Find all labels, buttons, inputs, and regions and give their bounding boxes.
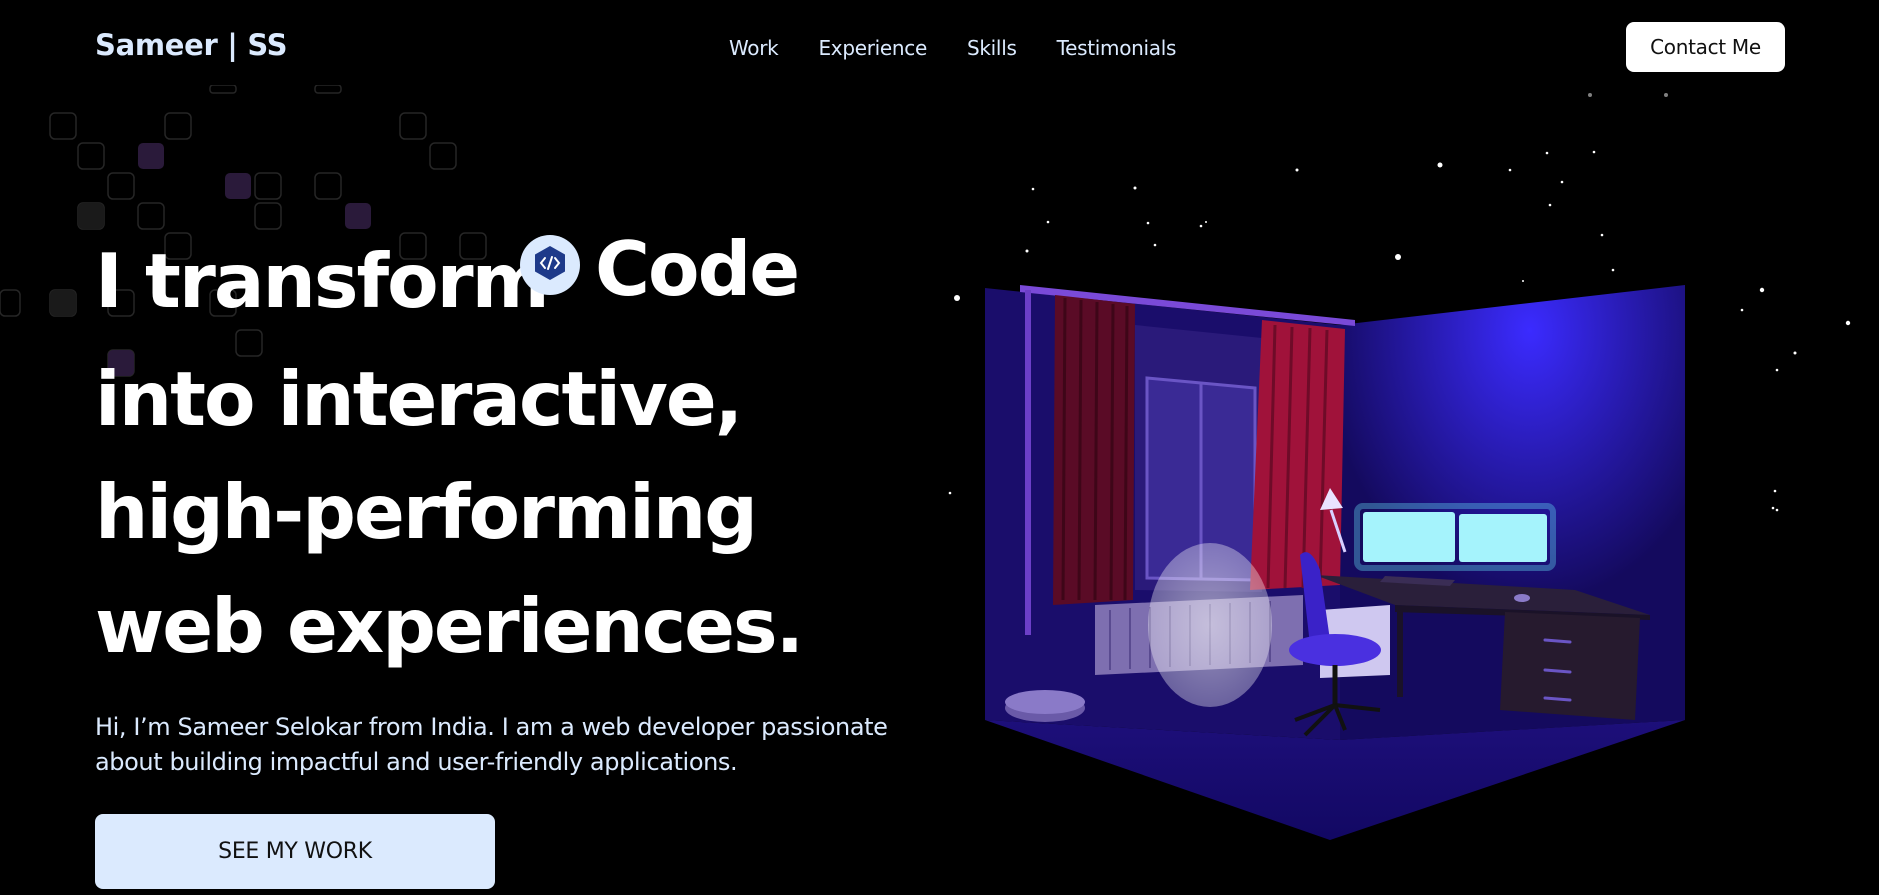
hero-headline-line1: I transform [95, 237, 550, 325]
contact-me-button[interactable]: Contact Me [1626, 22, 1785, 72]
hero-intro: Hi, I’m Sameer Selokar from India. I am … [95, 710, 895, 780]
nav-link-skills[interactable]: Skills [967, 36, 1017, 60]
hero-headline-line4: web experiences. [95, 582, 804, 670]
nav-links: Work Experience Skills Testimonials [729, 36, 1176, 60]
intro-line2: about building impactful and user-friend… [95, 748, 738, 776]
hero-code-word: Code [595, 225, 800, 313]
hero-headline-line3: high-performing [95, 468, 758, 556]
nav-link-testimonials[interactable]: Testimonials [1057, 36, 1177, 60]
navbar: Sameer | SS Work Experience Skills Testi… [0, 0, 1879, 96]
code-icon [531, 244, 569, 286]
grid-background [0, 85, 487, 377]
see-my-work-button[interactable]: SEE MY WORK [95, 814, 495, 889]
room-illustration [985, 285, 1685, 840]
intro-line1: Hi, I’m Sameer Selokar from India. I am … [95, 713, 888, 741]
nav-link-experience[interactable]: Experience [818, 36, 927, 60]
site-logo[interactable]: Sameer | SS [95, 28, 288, 62]
hero-headline-line2: into interactive, [95, 355, 743, 443]
code-badge [520, 235, 580, 295]
nav-link-work[interactable]: Work [729, 36, 779, 60]
